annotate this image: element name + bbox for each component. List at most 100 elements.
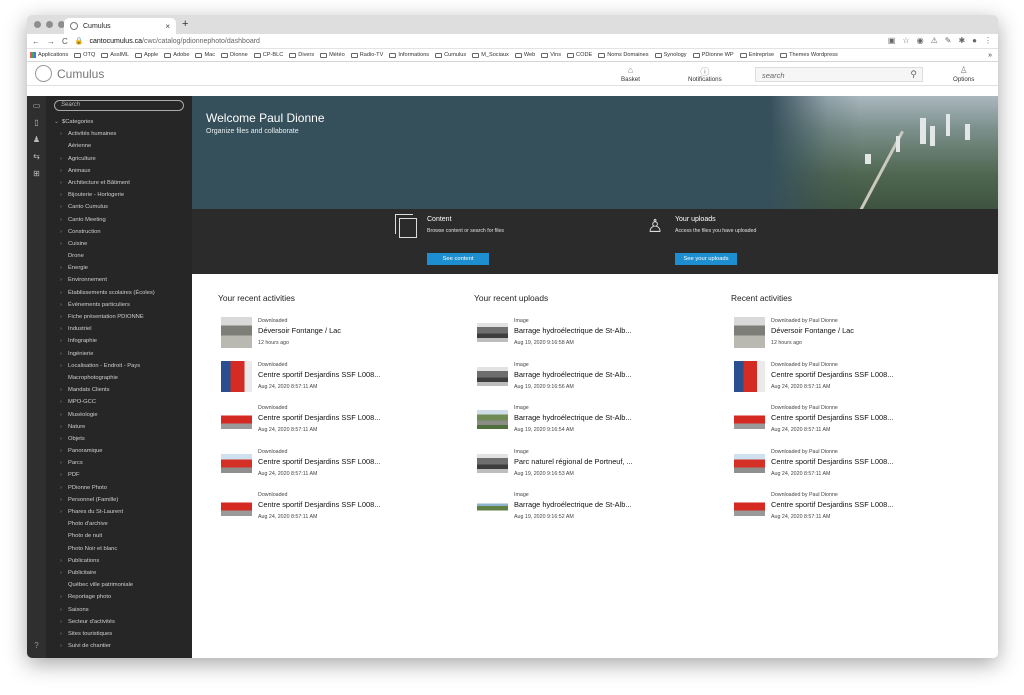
activity-item[interactable]: Downloaded by Paul Dionne Centre sportif …	[731, 491, 961, 535]
forward-icon[interactable]: →	[47, 37, 55, 46]
asset-thumbnail[interactable]	[477, 453, 508, 473]
chevron-right-icon[interactable]: ›	[60, 555, 68, 567]
sidebar-category[interactable]: Drone	[46, 250, 192, 262]
chevron-down-icon[interactable]: ⌄	[54, 116, 62, 128]
asset-thumbnail[interactable]	[734, 317, 765, 348]
star-icon[interactable]: ☆	[902, 36, 909, 45]
chevron-right-icon[interactable]: ›	[60, 360, 68, 372]
sidebar-category[interactable]: › Industriel	[46, 323, 192, 335]
item-title[interactable]: Parc naturel régional de Portneuf, ...	[514, 457, 633, 466]
sidebar-category[interactable]: › Ingénierie	[46, 348, 192, 360]
puzzle-icon[interactable]: ✱	[958, 36, 965, 45]
sidebar-category[interactable]: › Phares du St-Laurent	[46, 506, 192, 518]
sidebar-category[interactable]: › Agriculture	[46, 153, 192, 165]
sidebar-category[interactable]: › Canto Cumulus	[46, 201, 192, 213]
sidebar-category[interactable]: Aérienne	[46, 140, 192, 152]
chevron-right-icon[interactable]: ›	[60, 469, 68, 481]
bookmark-item[interactable]: Applications	[30, 52, 68, 58]
sidebar-category[interactable]: › Canto Meeting	[46, 214, 192, 226]
chevron-right-icon[interactable]: ›	[60, 287, 68, 299]
collection-icon[interactable]: ▯	[27, 118, 46, 130]
see-content-button[interactable]: See content	[427, 253, 489, 265]
sidebar-category[interactable]: › PDF	[46, 469, 192, 481]
translate-icon[interactable]: ▣	[888, 36, 896, 45]
category-root[interactable]: ⌄ $Categories	[46, 116, 192, 128]
activity-item[interactable]: Downloaded by Paul Dionne Centre sportif …	[731, 360, 961, 405]
chevron-right-icon[interactable]: ›	[60, 214, 68, 226]
close-window-icon[interactable]	[34, 21, 41, 28]
chevron-right-icon[interactable]: ›	[60, 628, 68, 640]
sidebar-category[interactable]: Photo Noir et blanc	[46, 543, 192, 555]
sidebar-category[interactable]: Photo d'archive	[46, 518, 192, 530]
asset-thumbnail[interactable]	[734, 360, 765, 392]
chevron-right-icon[interactable]: ›	[60, 494, 68, 506]
chevron-right-icon[interactable]: ›	[60, 323, 68, 335]
chevron-right-icon[interactable]: ›	[60, 506, 68, 518]
cumulus-logo[interactable]: Cumulus	[35, 65, 104, 82]
menu-icon[interactable]: ⋮	[984, 36, 992, 45]
help-icon[interactable]: ?	[27, 641, 46, 650]
item-title[interactable]: Centre sportif Desjardins SSF L008...	[258, 457, 380, 466]
sidebar-category[interactable]: › MPO-GCC	[46, 396, 192, 408]
bookmarks-more-icon[interactable]: »	[988, 52, 992, 59]
sidebar-category[interactable]: › Publicitaire	[46, 567, 192, 579]
extension-icon[interactable]: ◉	[917, 36, 924, 45]
chevron-right-icon[interactable]: ›	[60, 262, 68, 274]
sidebar-category[interactable]: › Fiche présentation PDIONNE	[46, 311, 192, 323]
chevron-right-icon[interactable]: ›	[60, 396, 68, 408]
bookmark-item[interactable]: Synology	[654, 52, 687, 58]
share-icon[interactable]: ⇆	[27, 152, 46, 164]
sidebar-category[interactable]: Macrophotographie	[46, 372, 192, 384]
chevron-right-icon[interactable]: ›	[60, 421, 68, 433]
item-title[interactable]: Déversoir Fontange / Lac	[771, 326, 854, 335]
sidebar-category[interactable]: › Événements particuliers	[46, 299, 192, 311]
item-title[interactable]: Centre sportif Desjardins SSF L008...	[258, 413, 380, 422]
activity-item[interactable]: Image Barrage hydroélectrique de St-Alb..…	[474, 491, 704, 535]
options-button[interactable]: ♙ Options	[953, 65, 974, 83]
item-title[interactable]: Centre sportif Desjardins SSF L008...	[771, 370, 893, 379]
asset-thumbnail[interactable]	[221, 453, 252, 473]
sidebar-category[interactable]: › Parcs	[46, 457, 192, 469]
bookmark-item[interactable]: Apple	[134, 52, 158, 58]
bookmark-item[interactable]: AssIML	[101, 52, 129, 58]
item-title[interactable]: Centre sportif Desjardins SSF L008...	[258, 370, 380, 379]
item-title[interactable]: Déversoir Fontange / Lac	[258, 326, 341, 335]
bookmark-item[interactable]: Entreprise	[739, 52, 774, 58]
bookmark-item[interactable]: PDionne WP	[692, 52, 734, 58]
chevron-right-icon[interactable]: ›	[60, 409, 68, 421]
reload-icon[interactable]: C	[62, 37, 68, 46]
asset-thumbnail[interactable]	[734, 453, 765, 473]
chevron-right-icon[interactable]: ›	[60, 177, 68, 189]
chevron-right-icon[interactable]: ›	[60, 433, 68, 445]
item-title[interactable]: Barrage hydroélectrique de St-Alb...	[514, 413, 632, 422]
item-title[interactable]: Barrage hydroélectrique de St-Alb...	[514, 370, 632, 379]
chevron-right-icon[interactable]: ›	[60, 482, 68, 494]
bookmark-item[interactable]: Noms Domaines	[598, 52, 649, 58]
chevron-right-icon[interactable]: ›	[60, 311, 68, 323]
folder-icon[interactable]: ▭	[27, 101, 46, 113]
asset-thumbnail[interactable]	[477, 410, 508, 429]
chevron-right-icon[interactable]: ›	[60, 640, 68, 652]
bookmark-item[interactable]: Divers	[289, 52, 314, 58]
sidebar-category[interactable]: › Suivi de chantier	[46, 640, 192, 652]
activity-item[interactable]: Downloaded Centre sportif Desjardins SSF …	[218, 491, 448, 535]
activity-item[interactable]: Downloaded Déversoir Fontange / Lac 12 hou…	[218, 317, 448, 361]
chevron-right-icon[interactable]: ›	[60, 567, 68, 579]
back-icon[interactable]: ←	[32, 37, 40, 46]
sidebar-category[interactable]: › Panoramique	[46, 445, 192, 457]
notifications-button[interactable]: ⓘ Notifications	[688, 65, 722, 83]
asset-thumbnail[interactable]	[734, 497, 765, 516]
chevron-right-icon[interactable]: ›	[60, 348, 68, 360]
extension-icon[interactable]: ⚠	[931, 36, 938, 45]
bookmark-item[interactable]: Radio-TV	[350, 52, 383, 58]
basket-button[interactable]: ⌂ Basket	[621, 65, 640, 83]
chevron-right-icon[interactable]: ›	[60, 226, 68, 238]
bookmark-item[interactable]: Vins	[541, 52, 561, 58]
see-uploads-button[interactable]: See your uploads	[675, 253, 737, 265]
activity-item[interactable]: Image Barrage hydroélectrique de St-Alb..…	[474, 317, 704, 361]
sidebar-category[interactable]: › Architecture et Bâtiment	[46, 177, 192, 189]
chevron-right-icon[interactable]: ›	[60, 165, 68, 177]
chevron-right-icon[interactable]: ›	[60, 445, 68, 457]
url-field[interactable]: cantocumulus.ca/cwc/catalog/pdionnephoto…	[90, 38, 260, 45]
profile-icon[interactable]: ●	[972, 36, 977, 45]
